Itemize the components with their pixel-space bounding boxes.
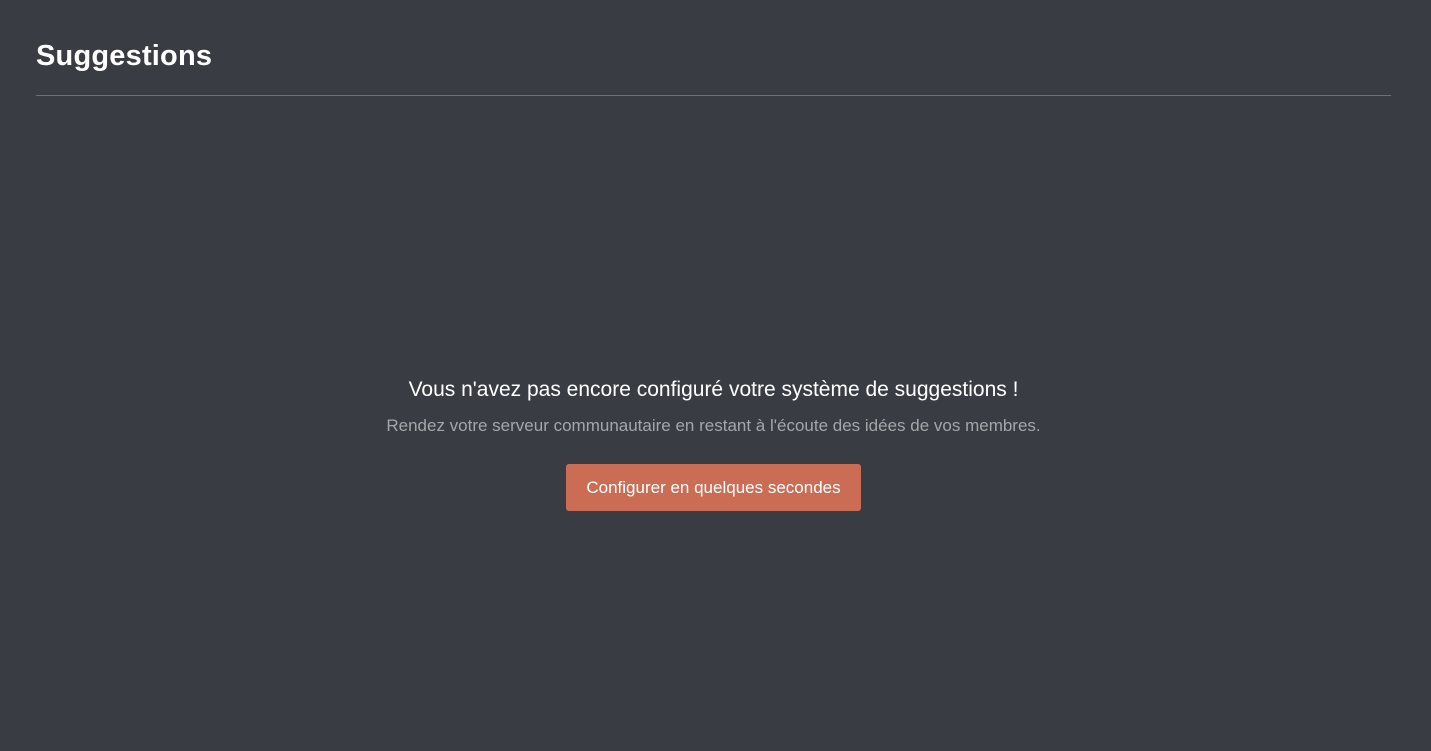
page-title: Suggestions bbox=[36, 40, 213, 72]
empty-state-subtext: Rendez votre serveur communautaire en re… bbox=[386, 416, 1041, 435]
empty-state-heading: Vous n'avez pas encore configuré votre s… bbox=[408, 378, 1019, 401]
configure-button[interactable]: Configurer en quelques secondes bbox=[566, 464, 861, 511]
page-header: Suggestions bbox=[36, 0, 1391, 96]
empty-state: Vous n'avez pas encore configuré votre s… bbox=[0, 374, 1427, 511]
suggestions-page: Suggestions Vous n'avez pas encore confi… bbox=[0, 0, 1431, 751]
